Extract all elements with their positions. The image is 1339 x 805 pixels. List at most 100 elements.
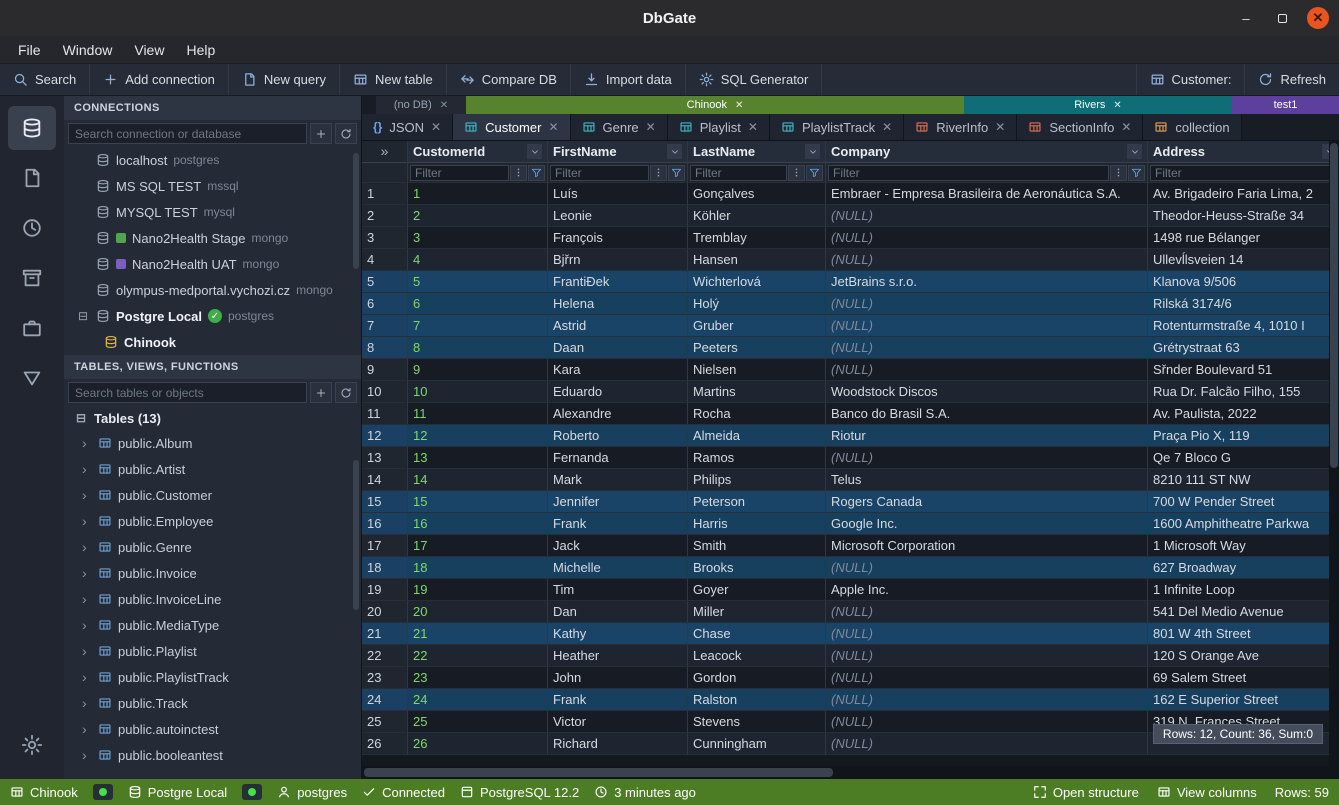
cell-company[interactable]: (NULL) [826,667,1148,689]
cell-first_name[interactable]: Daan [548,337,688,359]
cell-last_name[interactable]: Köhler [688,205,826,227]
cell-address[interactable]: Sřnder Boulevard 51 [1148,359,1329,381]
cell-address[interactable]: 541 Del Medio Avenue [1148,601,1329,623]
cell-address[interactable]: Ullevĺlsveien 14 [1148,249,1329,271]
menu-file[interactable]: File [8,39,51,61]
table-item-public-genre[interactable]: ›public.Genre [64,534,361,560]
cell-last_name[interactable]: Rocha [688,403,826,425]
status-item-view-columns[interactable]: View columns [1157,785,1257,800]
maximize-button[interactable] [1271,7,1293,29]
cell-last_name[interactable]: Smith [688,535,826,557]
close-icon[interactable]: ✕ [995,120,1005,134]
chevron-right-icon[interactable]: › [82,643,92,659]
cell-address[interactable]: Theodor-Heuss-Straße 34 [1148,205,1329,227]
cell-company[interactable]: (NULL) [826,293,1148,315]
toolbar-button-new-table[interactable]: New table [340,64,447,95]
cell-customer_id[interactable]: 8 [408,337,548,359]
cell-company[interactable]: Apple Inc. [826,579,1148,601]
cell-first_name[interactable]: Mark [548,469,688,491]
table-item-public-autoinctest[interactable]: ›public.autoinctest [64,716,361,742]
connection-item-localhost[interactable]: localhostpostgres [64,147,361,173]
tab-playlist[interactable]: Playlist✕ [668,114,770,140]
table-row[interactable]: 1212RobertoAlmeidaRioturPraça Pio X, 119 [362,425,1329,447]
cell-first_name[interactable]: Luís [548,183,688,205]
cell-address[interactable]: Av. Paulista, 2022 [1148,403,1329,425]
cell-customer_id[interactable]: 4 [408,249,548,271]
close-icon[interactable]: ✕ [748,120,758,134]
filter-menu-button[interactable] [650,165,667,181]
cell-address[interactable]: Qe 7 Bloco G [1148,447,1329,469]
tables-scrollbar[interactable] [353,460,359,610]
status-item-postgresql-12-2[interactable]: PostgreSQL 12.2 [460,784,579,800]
tab-sectioninfo[interactable]: SectionInfo✕ [1017,114,1143,140]
cell-last_name[interactable]: Stevens [688,711,826,733]
tab-riverinfo[interactable]: RiverInfo✕ [904,114,1017,140]
cell-first_name[interactable]: FrantiĐek [548,271,688,293]
close-icon[interactable]: ✕ [1121,120,1131,134]
cell-address[interactable]: 162 E Superior Street [1148,689,1329,711]
cell-customer_id[interactable]: 3 [408,227,548,249]
cell-first_name[interactable]: Fernanda [548,447,688,469]
cell-customer_id[interactable]: 22 [408,645,548,667]
table-row[interactable]: 99KaraNielsen(NULL)Sřnder Boulevard 51 [362,359,1329,381]
filter-input-customerid[interactable] [410,165,509,181]
table-row[interactable]: 2020DanMiller(NULL)541 Del Medio Avenue [362,601,1329,623]
cell-company[interactable]: (NULL) [826,447,1148,469]
database-group-tab-no-db[interactable]: (no DB)✕ [376,96,466,114]
table-row[interactable]: 1616FrankHarrisGoogle Inc.1600 Amphithea… [362,513,1329,535]
table-item-public-playlisttrack[interactable]: ›public.PlaylistTrack [64,664,361,690]
cell-last_name[interactable]: Brooks [688,557,826,579]
expand-all-button[interactable]: » [362,141,408,163]
filter-input-firstname[interactable] [550,165,649,181]
filter-input-address[interactable] [1150,165,1329,181]
table-item-public-employee[interactable]: ›public.Employee [64,508,361,534]
cell-first_name[interactable]: Frank [548,689,688,711]
cell-last_name[interactable]: Holý [688,293,826,315]
close-icon[interactable]: ✕ [646,120,656,134]
cell-last_name[interactable]: Harris [688,513,826,535]
cell-first_name[interactable]: John [548,667,688,689]
table-row[interactable]: 88DaanPeeters(NULL)Grétrystraat 63 [362,337,1329,359]
cell-first_name[interactable]: Roberto [548,425,688,447]
table-row[interactable]: 1919TimGoyerApple Inc.1 Infinite Loop [362,579,1329,601]
sidebar-item-archive[interactable] [8,256,56,300]
cell-customer_id[interactable]: 18 [408,557,548,579]
cell-company[interactable]: (NULL) [826,689,1148,711]
database-group-tab-test1[interactable]: test1 [1232,96,1339,114]
cell-address[interactable]: Praça Pio X, 119 [1148,425,1329,447]
cell-first_name[interactable]: Richard [548,733,688,755]
cell-company[interactable]: (NULL) [826,359,1148,381]
cell-first_name[interactable]: Astrid [548,315,688,337]
cell-customer_id[interactable]: 1 [408,183,548,205]
cell-customer_id[interactable]: 20 [408,601,548,623]
status-item-chinook[interactable]: Chinook [10,784,78,800]
cell-company[interactable]: Telus [826,469,1148,491]
filter-funnel-button[interactable] [806,165,823,181]
menu-window[interactable]: Window [53,39,123,61]
column-header-address[interactable]: Address [1148,141,1329,163]
cell-company[interactable]: (NULL) [826,337,1148,359]
status-item-connected[interactable]: Connected [362,784,445,800]
toolbar-button-customer[interactable]: Customer: [1136,64,1245,95]
horizontal-scrollbar[interactable] [362,766,1339,779]
connection-item-ms-sql-test[interactable]: MS SQL TESTmssql [64,173,361,199]
cell-company[interactable]: Rogers Canada [826,491,1148,513]
table-item-public-album[interactable]: ›public.Album [64,430,361,456]
table-row[interactable]: 1111AlexandreRochaBanco do Brasil S.A.Av… [362,403,1329,425]
sidebar-item-files[interactable] [8,156,56,200]
toolbar-button-add-connection[interactable]: Add connection [90,64,229,95]
close-icon[interactable]: ✕ [735,100,743,111]
chevron-right-icon[interactable]: › [82,617,92,633]
filter-menu-button[interactable] [510,165,527,181]
cell-company[interactable]: (NULL) [826,711,1148,733]
add-connection-mini-button[interactable] [310,123,332,144]
horizontal-scrollbar-thumb[interactable] [364,768,833,777]
cell-customer_id[interactable]: 13 [408,447,548,469]
cell-address[interactable]: 8210 111 ST NW [1148,469,1329,491]
cell-customer_id[interactable]: 23 [408,667,548,689]
status-item-3-minutes-ago[interactable]: 3 minutes ago [594,784,696,800]
cell-first_name[interactable]: Helena [548,293,688,315]
cell-first_name[interactable]: François [548,227,688,249]
cell-company[interactable]: (NULL) [826,205,1148,227]
toolbar-button-import-data[interactable]: Import data [571,64,686,95]
